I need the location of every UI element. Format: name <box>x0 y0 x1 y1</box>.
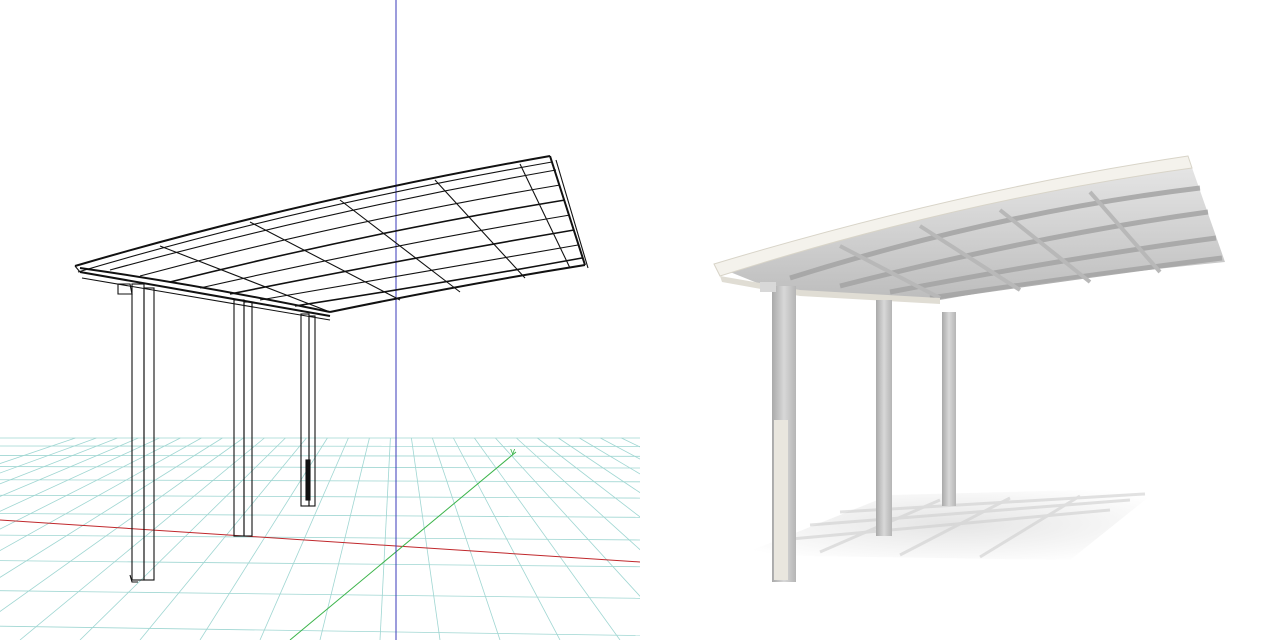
grid-line <box>0 437 160 512</box>
wireframe-viewport[interactable]: y <box>0 0 640 640</box>
rendered-viewport[interactable] <box>640 0 1280 640</box>
roof-panel <box>720 162 1225 300</box>
render-post-left <box>760 282 796 582</box>
roof-rafter <box>294 257 583 307</box>
model-preview-canvas: y <box>0 0 1280 640</box>
roof-beam <box>434 179 526 279</box>
grid-line <box>0 560 640 568</box>
grid-line <box>411 437 441 640</box>
ground-grid <box>0 437 640 640</box>
grid-line <box>0 437 181 530</box>
carport-wireframe <box>74 155 589 583</box>
grid-line <box>0 625 640 636</box>
grid-line <box>0 590 640 599</box>
grid-line <box>259 437 349 640</box>
grid-line <box>0 437 76 465</box>
grid-line <box>379 437 391 640</box>
grid-line <box>0 437 97 474</box>
post-middle <box>233 299 253 537</box>
grid-line <box>0 437 244 612</box>
grid-line <box>0 437 118 485</box>
y-axis-line <box>289 451 517 640</box>
roof-rafter <box>169 199 566 283</box>
roof-front-edge <box>74 155 551 267</box>
render-post-middle <box>876 300 892 536</box>
x-axis-line <box>0 519 640 563</box>
grid-line <box>0 534 640 541</box>
post-left <box>129 283 155 583</box>
roof-rafter <box>109 169 557 271</box>
grid-line <box>79 437 286 640</box>
grid-line <box>19 437 265 640</box>
roof-rafter <box>259 244 579 301</box>
y-axis-marker: y <box>510 447 516 457</box>
grid-line <box>0 437 202 552</box>
grid-line <box>139 437 307 640</box>
roof-rafter <box>229 229 575 295</box>
grid-line <box>319 437 370 640</box>
render-post-right <box>942 312 956 506</box>
